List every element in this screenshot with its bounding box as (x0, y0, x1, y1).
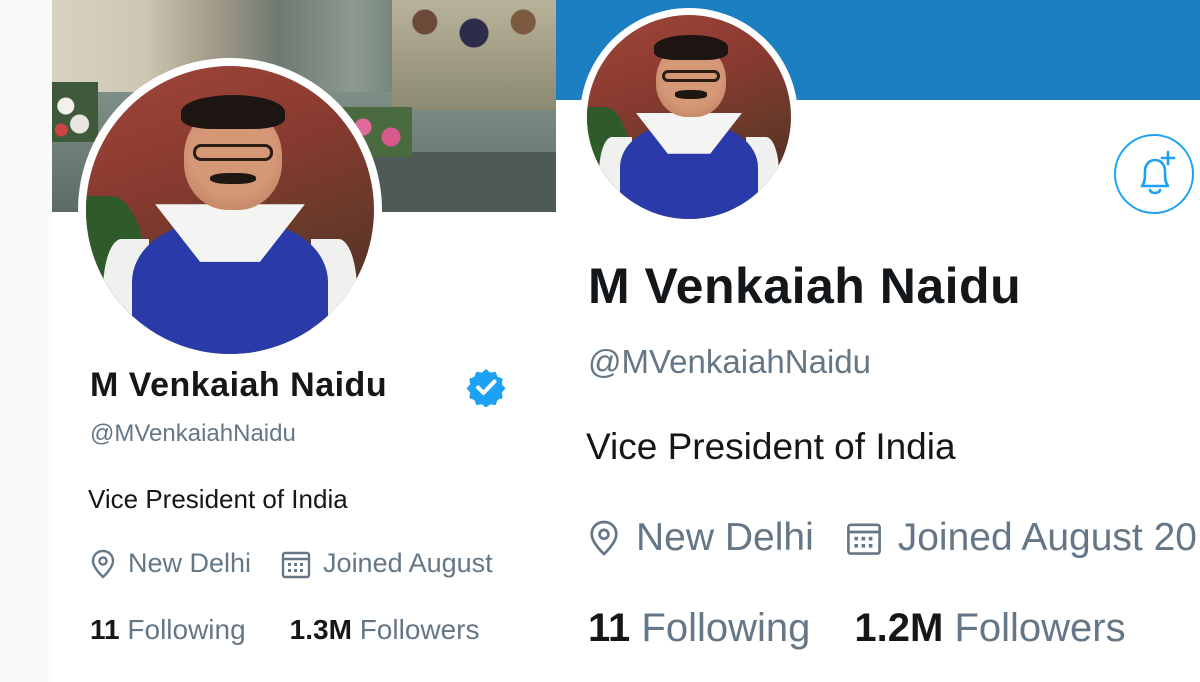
followers-label: Followers (954, 606, 1126, 650)
location-text: New Delhi (128, 548, 252, 578)
profile-handle: @MVenkaiahNaidu (588, 343, 871, 380)
location-pin-icon (91, 549, 115, 579)
location-text: New Delhi (636, 516, 814, 559)
following-link[interactable]: 11 Following (90, 614, 246, 646)
following-label: Following (127, 614, 246, 645)
profile-avatar-left[interactable] (78, 58, 382, 362)
profile-meta: New Delhi Joined August (90, 548, 493, 579)
following-count: 11 (588, 606, 631, 650)
calendar-icon (846, 523, 881, 555)
verified-badge-icon (466, 369, 506, 407)
joined-text: Joined August 20 (897, 516, 1197, 559)
profile-handle: @MVenkaiahNaidu (90, 420, 296, 447)
location-pin-icon (590, 520, 618, 556)
display-name: M Venkaiah Naidu (588, 258, 1022, 314)
location-item: New Delhi (588, 516, 814, 560)
notifications-bell-button[interactable] (1114, 134, 1194, 214)
page-left-margin (0, 0, 53, 682)
profile-panel-left: M Venkaiah Naidu @MVenkaiahNaidu Vice Pr… (52, 0, 556, 682)
profile-bio: Vice President of India (586, 426, 956, 467)
joined-item: Joined August 20 (846, 516, 1197, 560)
followers-link[interactable]: 1.3M Followers (290, 614, 480, 646)
location-item: New Delhi (90, 548, 251, 579)
following-link[interactable]: 11 Following (588, 606, 810, 651)
profile-bio: Vice President of India (88, 484, 348, 514)
followers-count: 1.2M (854, 606, 944, 650)
profile-stats: 11 Following 1.2M Followers (588, 606, 1126, 651)
display-name: M Venkaiah Naidu (90, 366, 388, 404)
profile-stats: 11 Following 1.3M Followers (90, 614, 480, 646)
following-label: Following (641, 606, 811, 650)
profile-meta: New Delhi Joined August 20 (588, 516, 1197, 560)
profile-avatar-right[interactable] (580, 8, 798, 226)
followers-link[interactable]: 1.2M Followers (854, 606, 1125, 651)
calendar-icon (281, 551, 311, 578)
following-count: 11 (90, 614, 120, 645)
joined-text: Joined August (323, 548, 493, 578)
followers-label: Followers (359, 614, 480, 645)
followers-count: 1.3M (289, 614, 352, 645)
profile-panel-right: M Venkaiah Naidu @MVenkaiahNaidu Vice Pr… (556, 0, 1200, 682)
joined-item: Joined August (281, 548, 493, 579)
bell-plus-icon (1140, 150, 1176, 195)
